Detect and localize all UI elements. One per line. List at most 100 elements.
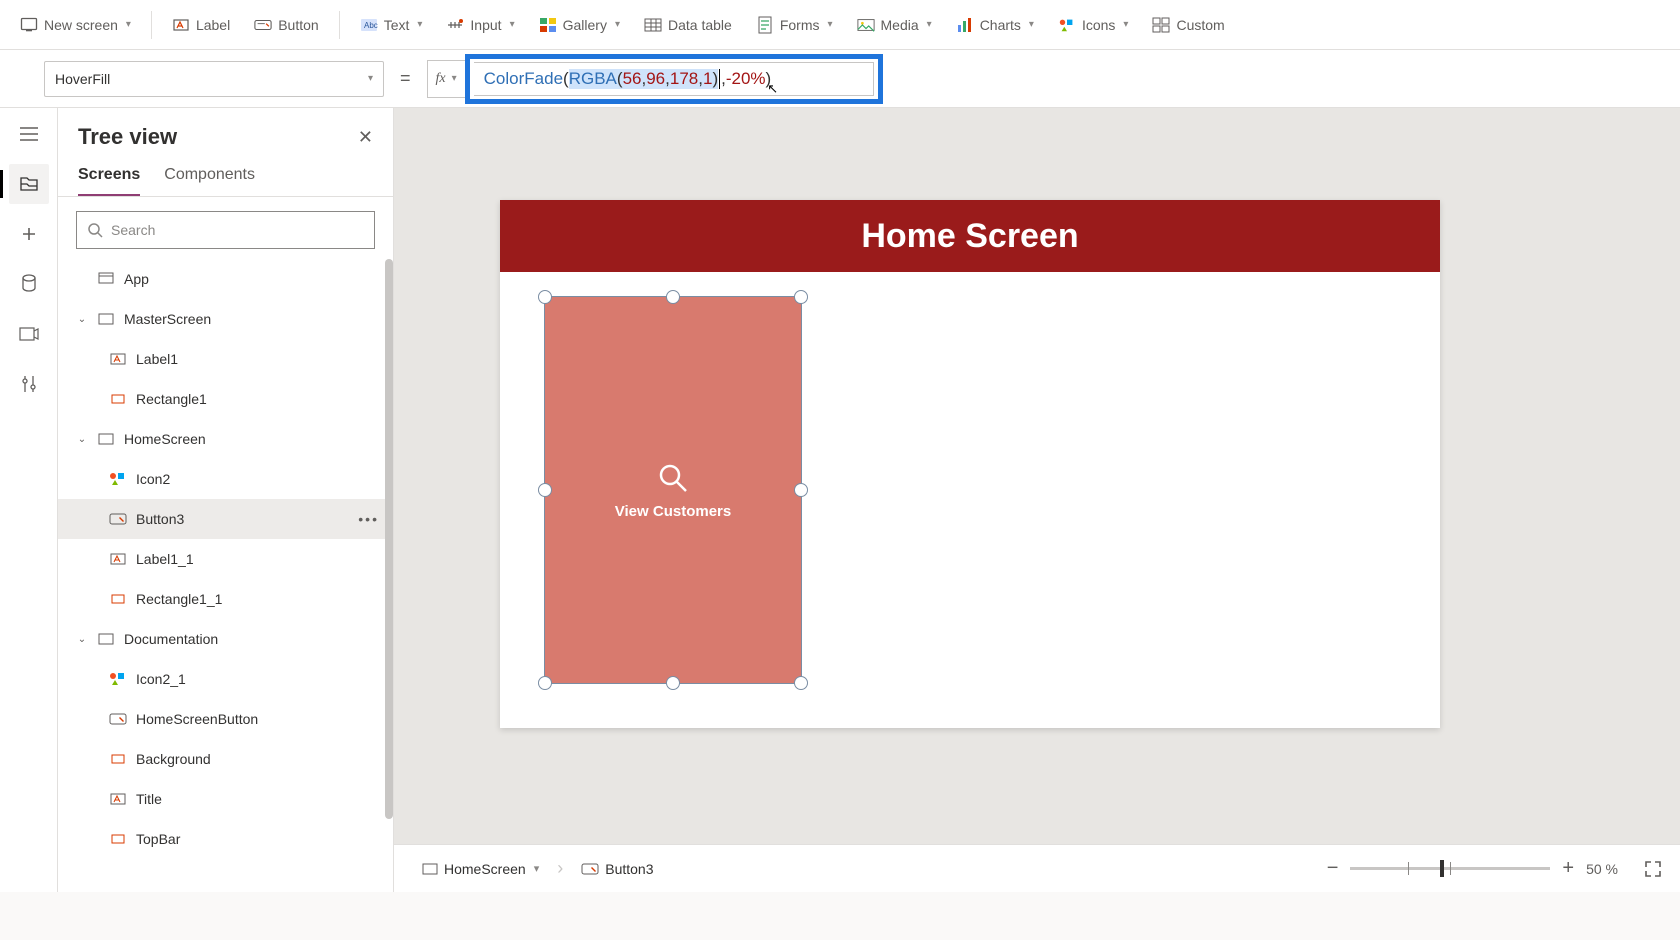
tree-node-homescreenbutton[interactable]: HomeScreenButton: [58, 699, 393, 739]
resize-handle[interactable]: [794, 290, 808, 304]
tree-node-title[interactable]: Title: [58, 779, 393, 819]
chevron-down-icon: ▾: [368, 73, 373, 84]
tree-view-rail[interactable]: [9, 164, 49, 204]
resize-handle[interactable]: [794, 676, 808, 690]
input-icon: [446, 16, 464, 34]
insert-text-menu[interactable]: Abc Text ▾: [352, 10, 431, 40]
formula-token: ColorFade: [484, 69, 563, 89]
tree-node-masterscreen[interactable]: ⌄ MasterScreen: [58, 299, 393, 339]
scrollbar-thumb[interactable]: [385, 259, 393, 819]
tree-node-documentation[interactable]: ⌄ Documentation: [58, 619, 393, 659]
zoom-out-button[interactable]: −: [1327, 857, 1339, 880]
fx-icon: fx: [436, 71, 446, 87]
resize-handle[interactable]: [666, 290, 680, 304]
status-bar: HomeScreen ▾ › Button3 − + 50 %: [394, 844, 1680, 892]
resize-handle[interactable]: [538, 483, 552, 497]
advanced-rail[interactable]: [9, 364, 49, 404]
insert-media-menu[interactable]: Media ▾: [849, 10, 940, 40]
forms-icon: [756, 16, 774, 34]
screen-icon: [96, 313, 116, 325]
fx-button[interactable]: fx ▾: [427, 60, 465, 98]
insert-label[interactable]: Label: [164, 10, 238, 40]
insert-forms-menu[interactable]: Forms ▾: [748, 10, 841, 40]
tree-node-icon2-1[interactable]: Icon2_1: [58, 659, 393, 699]
chevron-down-icon: ▾: [534, 862, 540, 875]
more-menu-button[interactable]: •••: [358, 511, 379, 527]
screen-icon: [96, 433, 116, 445]
property-name: HoverFill: [55, 71, 110, 87]
tree-node-rectangle1-1[interactable]: Rectangle1_1: [58, 579, 393, 619]
tree-node-icon2[interactable]: Icon2: [58, 459, 393, 499]
chevron-down-icon: ⌄: [76, 634, 88, 645]
tree-view-title: Tree view: [78, 124, 177, 150]
resize-handle[interactable]: [666, 676, 680, 690]
data-rail[interactable]: [9, 264, 49, 304]
insert-button[interactable]: Button: [246, 10, 326, 40]
ribbon-sep: [339, 11, 340, 39]
chevron-down-icon: ▾: [1123, 19, 1128, 30]
button-icon: [254, 16, 272, 34]
rectangle-icon: [108, 593, 128, 605]
rectangle-icon: [108, 833, 128, 845]
canvas[interactable]: Home Screen View Customers: [394, 108, 1680, 892]
tab-components[interactable]: Components: [164, 158, 255, 196]
formula-input[interactable]: ColorFade(RGBA(56, 96, 178, 1), -20%) ↖: [474, 62, 874, 96]
media-rail[interactable]: [9, 314, 49, 354]
zoom-slider[interactable]: [1350, 867, 1550, 870]
tree-scrollbar[interactable]: [385, 259, 393, 892]
tab-screens[interactable]: Screens: [78, 158, 140, 196]
button-icon: [108, 512, 128, 526]
screen-icon: [422, 863, 438, 875]
insert-icons-label: Icons: [1082, 17, 1115, 33]
breadcrumb-screen[interactable]: HomeScreen ▾: [412, 857, 549, 881]
tree-node-label1-1[interactable]: Label1_1: [58, 539, 393, 579]
hamburger-button[interactable]: [9, 114, 49, 154]
icons-icon: [108, 672, 128, 686]
app-icon: [96, 272, 116, 286]
tree-search[interactable]: Search: [76, 211, 375, 249]
property-dropdown[interactable]: HoverFill ▾: [44, 61, 384, 97]
formula-bar: HoverFill ▾ = fx ▾ ColorFade(RGBA(56, 96…: [0, 50, 1680, 108]
formula-highlight-box: ColorFade(RGBA(56, 96, 178, 1), -20%) ↖: [465, 54, 883, 104]
tree-node-button3[interactable]: Button3 •••: [58, 499, 393, 539]
tree-view-pane: Tree view ✕ Screens Components Search Ap…: [58, 108, 394, 892]
search-icon: [656, 461, 690, 495]
tree-node-rectangle1[interactable]: Rectangle1: [58, 379, 393, 419]
insert-gallery-menu[interactable]: Gallery ▾: [531, 10, 628, 40]
new-screen-menu[interactable]: New screen ▾: [12, 10, 139, 40]
insert-charts-menu[interactable]: Charts ▾: [948, 10, 1042, 40]
insert-datatable[interactable]: Data table: [636, 10, 740, 40]
datatable-icon: [644, 16, 662, 34]
insert-input-menu[interactable]: Input ▾: [438, 10, 522, 40]
tree-node-homescreen[interactable]: ⌄ HomeScreen: [58, 419, 393, 459]
insert-icons-menu[interactable]: Icons ▾: [1050, 10, 1137, 40]
label-icon: [108, 552, 128, 566]
tree-node-topbar[interactable]: TopBar: [58, 819, 393, 859]
breadcrumb-control[interactable]: Button3: [571, 857, 663, 881]
artboard-homescreen[interactable]: Home Screen View Customers: [500, 200, 1440, 728]
button-icon: [581, 862, 599, 876]
insert-custom-menu[interactable]: Custom: [1144, 10, 1232, 40]
insert-forms-label: Forms: [780, 17, 820, 33]
icons-icon: [108, 472, 128, 486]
insert-rail[interactable]: [9, 214, 49, 254]
close-pane-button[interactable]: ✕: [358, 127, 373, 148]
insert-button-text: Button: [278, 17, 318, 33]
tree-node-label1[interactable]: Label1: [58, 339, 393, 379]
tree-list: App ⌄ MasterScreen Label1 Rectangle1 ⌄ H…: [58, 259, 393, 892]
screen-icon: [96, 633, 116, 645]
text-icon: Abc: [360, 16, 378, 34]
resize-handle[interactable]: [538, 290, 552, 304]
rectangle-icon: [108, 753, 128, 765]
insert-ribbon: New screen ▾ Label Button Abc Text ▾ Inp…: [0, 0, 1680, 50]
zoom-thumb[interactable]: [1440, 860, 1444, 877]
zoom-in-button[interactable]: +: [1562, 857, 1574, 880]
selected-button3[interactable]: View Customers: [544, 296, 802, 684]
fullscreen-button[interactable]: [1644, 860, 1662, 878]
search-icon: [87, 222, 103, 238]
tree-node-background[interactable]: Background: [58, 739, 393, 779]
resize-handle[interactable]: [538, 676, 552, 690]
charts-icon: [956, 16, 974, 34]
resize-handle[interactable]: [794, 483, 808, 497]
tree-node-app[interactable]: App: [58, 259, 393, 299]
